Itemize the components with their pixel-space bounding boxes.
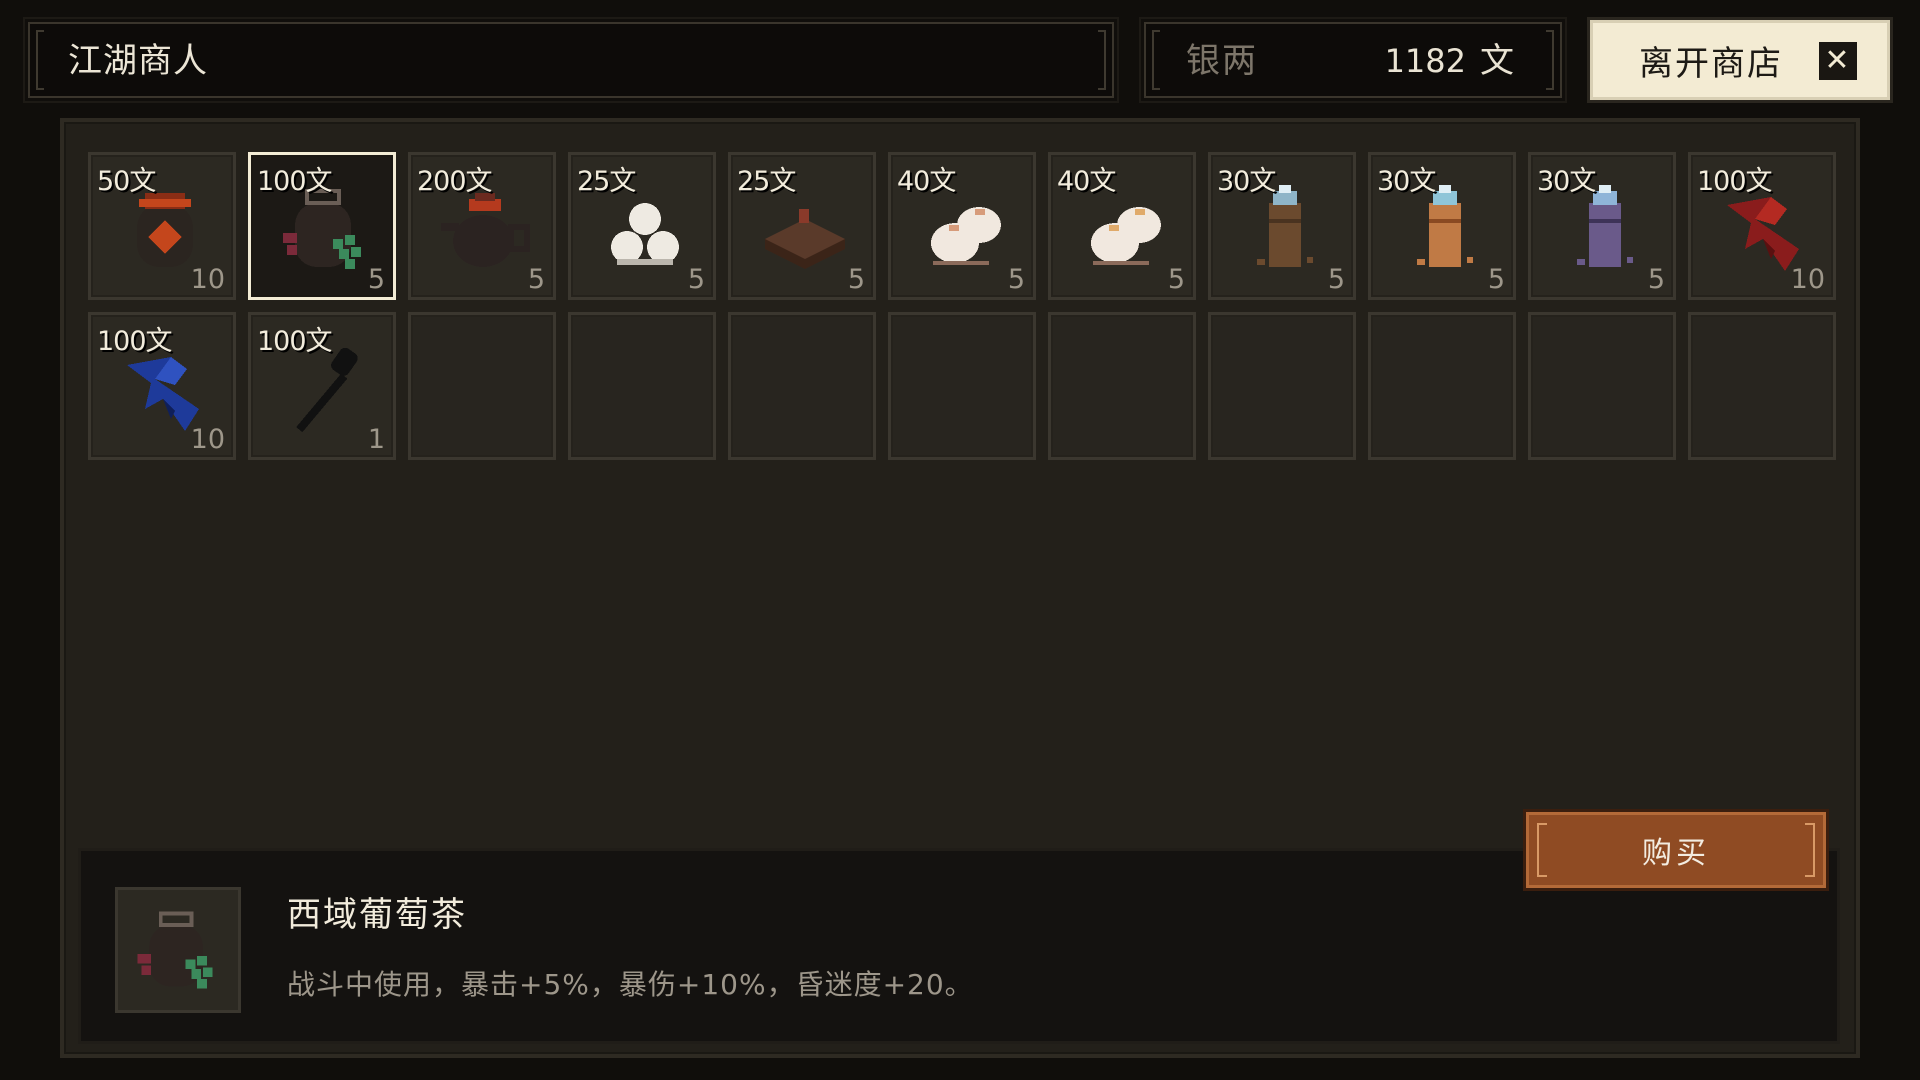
money-label: 银两 [1186, 41, 1258, 81]
merchant-name-box: 江湖商人 [23, 17, 1119, 103]
empty-slot [728, 312, 876, 460]
money-amount-wrap: 1182 文 [1385, 24, 1514, 98]
buy-button[interactable]: 购买 [1526, 812, 1826, 888]
shop-panel: 50文 10 100文 5 200文 5 25文 5 25文 5 40文 5 40文 5 30文 5 30文 5 3… [60, 118, 1860, 1058]
item-slot[interactable]: 200文 5 [408, 152, 556, 300]
item-price: 100文 [1697, 166, 1773, 197]
item-price: 50文 [97, 166, 156, 197]
item-quantity: 1 [367, 424, 385, 455]
merchant-name: 江湖商人 [68, 41, 208, 81]
detail-description: 战斗中使用，暴击+5%，暴伤+10%，昏迷度+20。 [287, 968, 974, 1001]
item-price: 25文 [737, 166, 796, 197]
item-quantity: 10 [1790, 264, 1825, 295]
item-quantity: 5 [1327, 264, 1345, 295]
item-price: 100文 [257, 166, 333, 197]
item-slot[interactable]: 30文 5 [1208, 152, 1356, 300]
empty-slot [1688, 312, 1836, 460]
item-quantity: 5 [367, 264, 385, 295]
item-slot[interactable]: 100文 10 [1688, 152, 1836, 300]
empty-slot [408, 312, 556, 460]
item-quantity: 5 [1647, 264, 1665, 295]
empty-slot [1208, 312, 1356, 460]
item-price: 100文 [257, 326, 333, 357]
item-quantity: 10 [190, 424, 225, 455]
empty-slot [568, 312, 716, 460]
buy-label: 购买 [1642, 836, 1710, 871]
money-amount: 1182 [1384, 42, 1466, 80]
item-slot[interactable]: 50文 10 [88, 152, 236, 300]
leave-shop-button[interactable]: 离开商店 ✕ [1590, 20, 1890, 100]
item-slot[interactable]: 25文 5 [568, 152, 716, 300]
close-icon[interactable]: ✕ [1819, 42, 1857, 80]
item-slot[interactable]: 100文 5 [248, 152, 396, 300]
item-quantity: 10 [190, 264, 225, 295]
item-slot[interactable]: 25文 5 [728, 152, 876, 300]
item-slot[interactable]: 100文 10 [88, 312, 236, 460]
empty-slot [1368, 312, 1516, 460]
money-box: 银两 1182 文 [1139, 17, 1567, 103]
item-slot[interactable]: 100文 1 [248, 312, 396, 460]
item-slot[interactable]: 30文 5 [1368, 152, 1516, 300]
item-slot[interactable]: 40文 5 [888, 152, 1036, 300]
item-quantity: 5 [1007, 264, 1025, 295]
item-price: 100文 [97, 326, 173, 357]
grape-tea-jar-icon [130, 902, 226, 998]
item-price: 30文 [1217, 166, 1276, 197]
item-price: 25文 [577, 166, 636, 197]
item-price: 30文 [1377, 166, 1436, 197]
leave-shop-label: 离开商店 [1639, 43, 1783, 84]
item-slot[interactable]: 40文 5 [1048, 152, 1196, 300]
item-price: 200文 [417, 166, 493, 197]
item-price: 40文 [1057, 166, 1116, 197]
empty-slot [1528, 312, 1676, 460]
money-unit: 文 [1480, 41, 1514, 81]
item-quantity: 5 [1487, 264, 1505, 295]
empty-slot [1048, 312, 1196, 460]
item-quantity: 5 [687, 264, 705, 295]
item-quantity: 5 [1167, 264, 1185, 295]
item-quantity: 5 [527, 264, 545, 295]
item-quantity: 5 [847, 264, 865, 295]
item-slot[interactable]: 30文 5 [1528, 152, 1676, 300]
detail-title: 西域葡萄茶 [287, 895, 467, 935]
detail-item-icon [115, 887, 241, 1013]
shop-screen: 江湖商人 银两 1182 文 离开商店 ✕ 50文 10 100文 5 200文 5 25文 5… [0, 0, 1920, 1080]
item-price: 30文 [1537, 166, 1596, 197]
empty-slot [888, 312, 1036, 460]
item-price: 40文 [897, 166, 956, 197]
